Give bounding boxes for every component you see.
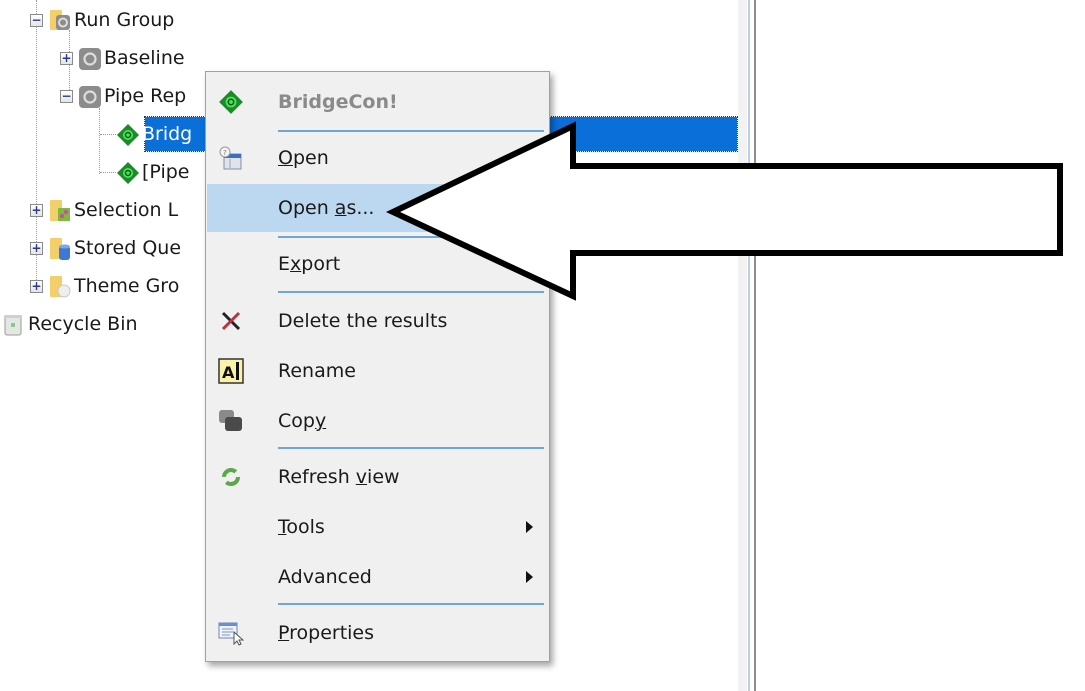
callout-arrow <box>385 121 1063 301</box>
callout-arrow-shape <box>385 121 1063 301</box>
